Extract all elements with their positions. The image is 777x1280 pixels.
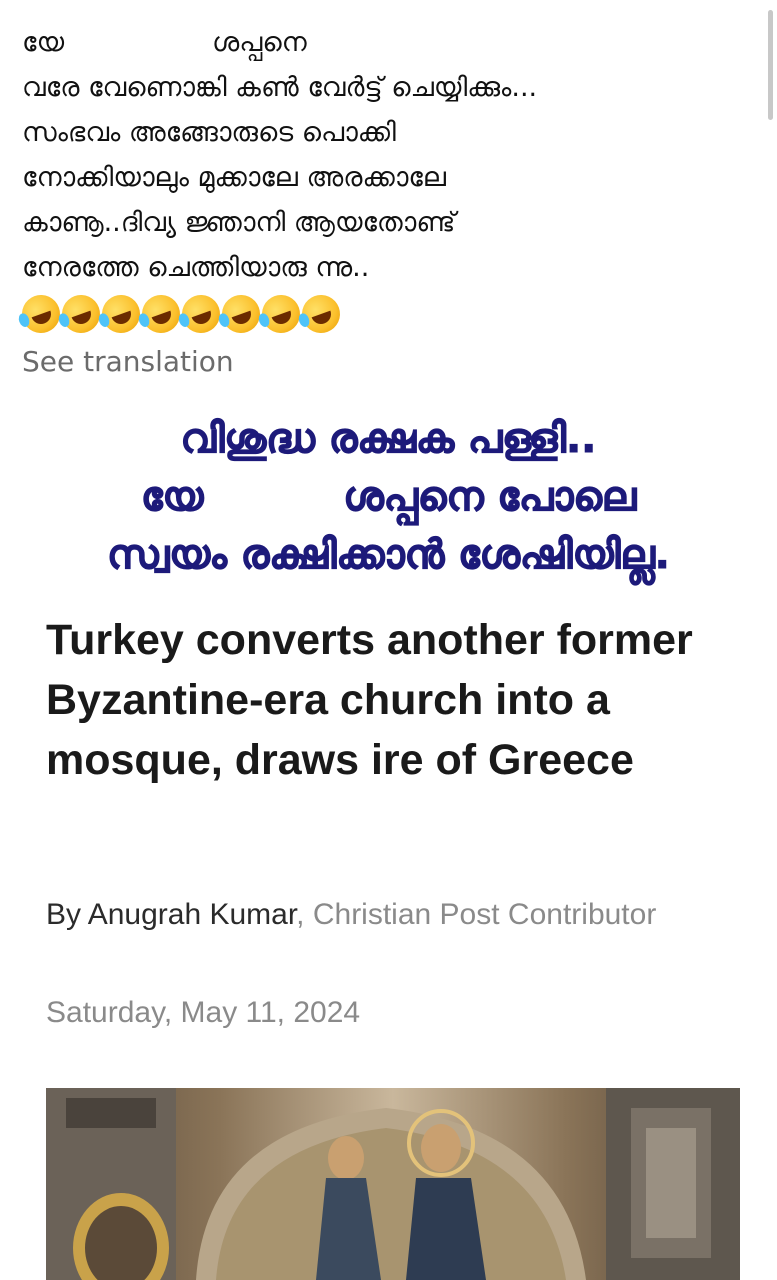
- shared-image[interactable]: വിശുദ്ധ രക്ഷക പള്ളി.. യേ ശപ്പനെ പോലെ സ്വയ…: [20, 410, 757, 1280]
- caption-line-2: വരേ വേണൊങ്കി കൺ വേർട്ട് ചെയ്യിക്കും...: [22, 72, 538, 103]
- overlay-line-2: യേ ശപ്പനെ പോലെ: [20, 468, 757, 526]
- overlay-word: യേ: [140, 474, 204, 521]
- caption-line-6: നേരത്തേ ചെത്തിയാരു ന്നു..: [22, 252, 370, 283]
- byline-author: Anugrah Kumar: [87, 898, 297, 931]
- byline-prefix: By: [46, 898, 88, 931]
- overlay-word: ശപ്പനെ പോലെ: [343, 474, 637, 521]
- post-caption: യേ ശപ്പനെ വരേ വേണൊങ്കി കൺ വേർട്ട് ചെയ്യിക…: [16, 20, 752, 339]
- byline-suffix: , Christian Post Contributor: [296, 898, 657, 931]
- overlay-line-1: വിശുദ്ധ രക്ഷക പള്ളി..: [180, 416, 597, 463]
- caption-line-4: നോക്കിയാലും മുക്കാലേ അരക്കാലേ: [22, 162, 446, 193]
- rolling-on-floor-laughing-emoji: [216, 289, 266, 339]
- caption-line-1: യേ ശപ്പനെ: [22, 20, 752, 65]
- article-headline: Turkey converts another former Byzantine…: [46, 616, 693, 784]
- rolling-on-floor-laughing-emoji: [296, 289, 346, 339]
- caption-line-5: കാണൂ..ദിവ്യ ജ്ഞാനി ആയതോണ്ട്: [22, 207, 456, 238]
- caption-word: യേ: [22, 27, 65, 58]
- emoji-row: [16, 289, 752, 339]
- rolling-on-floor-laughing-emoji: [136, 289, 186, 339]
- rolling-on-floor-laughing-emoji: [56, 289, 106, 339]
- caption-word: ശപ്പനെ: [212, 27, 307, 58]
- rolling-on-floor-laughing-emoji: [96, 289, 146, 339]
- see-translation-link[interactable]: See translation: [22, 345, 234, 378]
- article-byline: By Anugrah Kumar, Christian Post Contrib…: [46, 888, 666, 942]
- caption-line-3: സംഭവം അങ്ങോരുടെ പൊക്കി: [22, 117, 396, 148]
- image-overlay-text: വിശുദ്ധ രക്ഷക പള്ളി.. യേ ശപ്പനെ പോലെ സ്വയ…: [20, 410, 757, 584]
- mosaic-photo-graphic: [46, 1088, 740, 1280]
- scrollbar[interactable]: [768, 10, 773, 120]
- rolling-on-floor-laughing-emoji: [16, 289, 66, 339]
- article-photo: [46, 1088, 740, 1280]
- rolling-on-floor-laughing-emoji: [256, 289, 306, 339]
- article-date: Saturday, May 11, 2024: [46, 996, 361, 1029]
- rolling-on-floor-laughing-emoji: [176, 289, 226, 339]
- overlay-line-3: സ്വയം രക്ഷിക്കാൻ ശേഷിയില്ല.: [107, 532, 671, 579]
